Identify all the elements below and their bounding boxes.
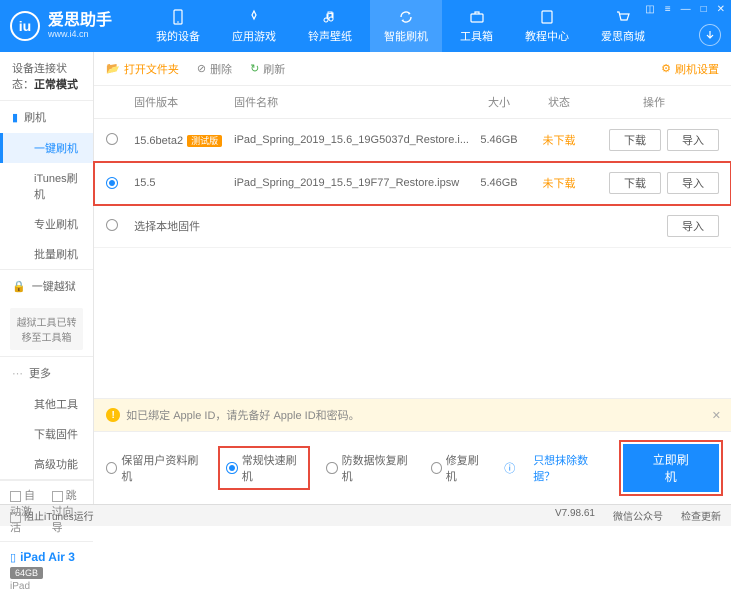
lock-icon: 🔒 <box>12 280 26 293</box>
phone-icon <box>169 8 187 26</box>
flash-now-button[interactable]: 立即刷机 <box>623 444 719 492</box>
beta-badge: 测试版 <box>187 135 222 147</box>
download-button[interactable]: 下载 <box>609 172 661 194</box>
check-update-link[interactable]: 检查更新 <box>681 508 721 523</box>
alert-close-icon[interactable]: ✕ <box>712 409 721 422</box>
import-button[interactable]: 导入 <box>667 215 719 237</box>
device-card[interactable]: ▯ iPad Air 3 64GB iPad <box>0 541 93 600</box>
table-row-local[interactable]: 选择本地固件 导入 <box>94 205 731 248</box>
th-ops: 操作 <box>589 94 719 110</box>
open-folder-button[interactable]: 📂打开文件夹 <box>106 61 179 77</box>
nav-toolbox[interactable]: 工具箱 <box>446 0 507 52</box>
sidebar-item-pro[interactable]: 专业刷机 <box>0 209 93 239</box>
more-icon: ⋯ <box>12 367 23 380</box>
toolbar: 📂打开文件夹 ⊘删除 ↻刷新 ⚙刷机设置 <box>94 52 731 86</box>
refresh-icon: ↻ <box>250 62 259 75</box>
apps-icon <box>245 8 263 26</box>
toolbox-icon <box>468 8 486 26</box>
wechat-link[interactable]: 微信公众号 <box>613 508 663 523</box>
jailbreak-note: 越狱工具已转移至工具箱 <box>10 308 83 350</box>
th-version: 固件版本 <box>134 94 234 110</box>
download-button[interactable]: 下载 <box>609 129 661 151</box>
row-radio[interactable] <box>106 219 118 231</box>
nav-ringtones[interactable]: 铃声壁纸 <box>294 0 366 52</box>
block-itunes-checkbox[interactable]: 阻止iTunes运行 <box>10 508 94 523</box>
import-button[interactable]: 导入 <box>667 172 719 194</box>
mode-quick[interactable]: 常规快速刷机 <box>220 448 308 488</box>
flash-settings-button[interactable]: ⚙刷机设置 <box>661 61 719 77</box>
sidebar-jailbreak-header[interactable]: 🔒一键越狱 <box>0 270 93 302</box>
appleid-alert: ! 如已绑定 Apple ID，请先备好 Apple ID和密码。 ✕ <box>94 398 731 431</box>
app-name: 爱思助手 <box>48 13 112 29</box>
info-icon[interactable]: ⓘ <box>504 460 515 476</box>
book-icon <box>538 8 556 26</box>
table-header: 固件版本 固件名称 大小 状态 操作 <box>94 86 731 119</box>
sidebar-item-download[interactable]: 下载固件 <box>0 419 93 449</box>
device-icon: ▯ <box>10 551 16 564</box>
mode-keep-data[interactable]: 保留用户资料刷机 <box>106 452 202 484</box>
delete-button[interactable]: ⊘删除 <box>197 61 232 77</box>
content: 📂打开文件夹 ⊘删除 ↻刷新 ⚙刷机设置 固件版本 固件名称 大小 状态 操作 … <box>94 52 731 504</box>
skin-icon[interactable]: ◫ <box>645 4 654 15</box>
delete-icon: ⊘ <box>197 62 206 75</box>
table-row[interactable]: 15.5 iPad_Spring_2019_15.5_19F77_Restore… <box>94 162 731 205</box>
sidebar-item-advanced[interactable]: 高级功能 <box>0 449 93 479</box>
firmware-table: 固件版本 固件名称 大小 状态 操作 15.6beta2测试版 iPad_Spr… <box>94 86 731 248</box>
minimize-icon[interactable]: — <box>681 4 691 15</box>
table-row[interactable]: 15.6beta2测试版 iPad_Spring_2019_15.6_19G50… <box>94 119 731 162</box>
th-status: 状态 <box>529 94 589 110</box>
sidebar: 设备连接状态：正常模式 ▮刷机 一键刷机 iTunes刷机 专业刷机 批量刷机 … <box>0 52 94 504</box>
flash-mode-row: 保留用户资料刷机 常规快速刷机 防数据恢复刷机 修复刷机 ⓘ 只想抹除数据？ 立… <box>94 431 731 504</box>
nav-apps[interactable]: 应用游戏 <box>218 0 290 52</box>
mode-repair[interactable]: 修复刷机 <box>431 452 487 484</box>
mode-antirecover[interactable]: 防数据恢复刷机 <box>326 452 412 484</box>
statusbar: 阻止iTunes运行 V7.98.61 微信公众号 检查更新 <box>0 504 731 526</box>
app-logo: iu <box>10 11 40 41</box>
device-storage: 64GB <box>10 567 43 579</box>
erase-only-link[interactable]: 只想抹除数据？ <box>533 452 604 484</box>
music-icon <box>321 8 339 26</box>
window-controls: ◫ ≡ — □ ✕ <box>645 4 725 15</box>
maximize-icon[interactable]: □ <box>701 4 707 15</box>
app-url: www.i4.cn <box>48 29 112 39</box>
sidebar-item-itunes[interactable]: iTunes刷机 <box>0 163 93 209</box>
phone-icon: ▮ <box>12 111 18 124</box>
connection-status: 设备连接状态：正常模式 <box>0 52 93 101</box>
sidebar-more-header[interactable]: ⋯更多 <box>0 357 93 389</box>
menu-icon[interactable]: ≡ <box>665 4 671 15</box>
top-nav: 我的设备 应用游戏 铃声壁纸 智能刷机 工具箱 教程中心 爱思商城 <box>142 0 659 52</box>
nav-tutorials[interactable]: 教程中心 <box>511 0 583 52</box>
folder-icon: 📂 <box>106 62 120 75</box>
row-radio[interactable] <box>106 133 118 145</box>
nav-my-device[interactable]: 我的设备 <box>142 0 214 52</box>
device-name: iPad Air 3 <box>20 550 75 564</box>
close-icon[interactable]: ✕ <box>717 4 725 15</box>
nav-flash[interactable]: 智能刷机 <box>370 0 442 52</box>
device-type: iPad <box>10 581 83 592</box>
row-radio[interactable] <box>106 177 118 189</box>
sidebar-item-other[interactable]: 其他工具 <box>0 389 93 419</box>
gear-icon: ⚙ <box>661 62 671 75</box>
sidebar-item-oneclick[interactable]: 一键刷机 <box>0 133 93 163</box>
sidebar-flash-header[interactable]: ▮刷机 <box>0 101 93 133</box>
titlebar: iu 爱思助手 www.i4.cn 我的设备 应用游戏 铃声壁纸 智能刷机 工具… <box>0 0 731 52</box>
download-indicator[interactable] <box>699 24 721 46</box>
sidebar-item-batch[interactable]: 批量刷机 <box>0 239 93 269</box>
version-label: V7.98.61 <box>555 508 595 523</box>
flash-icon <box>397 8 415 26</box>
th-name: 固件名称 <box>234 94 469 110</box>
import-button[interactable]: 导入 <box>667 129 719 151</box>
refresh-button[interactable]: ↻刷新 <box>250 61 285 77</box>
warning-icon: ! <box>106 408 120 422</box>
cart-icon <box>614 8 632 26</box>
th-size: 大小 <box>469 94 529 110</box>
